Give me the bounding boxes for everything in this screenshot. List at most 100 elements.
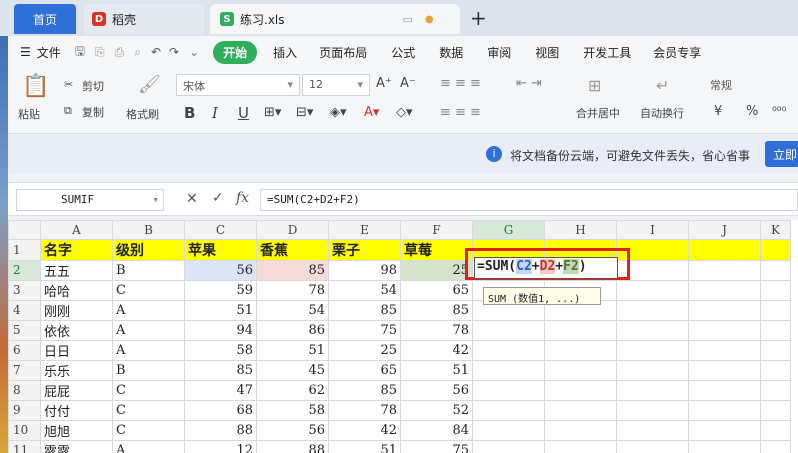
column-header-g[interactable]: G [472,220,545,240]
menu-formulas[interactable]: 公式 [391,44,415,61]
cell-d7[interactable]: 45 [256,359,329,381]
menu-developer[interactable]: 开发工具 [583,44,631,61]
cell-c9[interactable]: 68 [184,399,257,421]
window-icon[interactable]: ▭ [403,13,413,26]
cell-b10[interactable]: C [112,419,185,441]
cell-e10[interactable]: 42 [328,419,401,441]
cell-h10[interactable] [544,419,617,441]
cell-d6[interactable]: 51 [256,339,329,361]
undo-icon[interactable]: ↶ [151,45,161,59]
cell-k2[interactable] [760,259,791,281]
column-header-k[interactable]: K [760,220,791,240]
fill-color-icon[interactable]: ◈▾ [330,105,347,120]
cell-i9[interactable] [616,399,689,421]
print-icon[interactable]: ⎙ [115,45,125,60]
cell-a1[interactable]: 名字 [40,238,113,261]
paste-icon[interactable]: 📋 [22,74,49,99]
select-all-corner[interactable] [8,220,41,240]
font-name-select[interactable]: 宋体 ▾ [176,74,300,96]
cell-b3[interactable]: C [112,279,185,301]
cell-d10[interactable]: 56 [256,419,329,441]
cell-k4[interactable] [760,299,791,321]
indent-icon[interactable]: ⇤ ⇥ [516,76,542,91]
cell-d3[interactable]: 78 [256,279,329,301]
save-icon[interactable]: 🖫 [75,42,85,63]
export-icon[interactable]: ⎘ [95,45,105,60]
cell-c11[interactable]: 12 [184,439,257,453]
confirm-icon[interactable]: ✓ [212,190,224,206]
decrease-font-icon[interactable]: A⁻ [400,76,416,91]
cancel-icon[interactable]: ✕ [186,191,198,207]
wrap-text-icon[interactable]: ↵ [656,76,669,95]
preview-icon[interactable]: ⌕ [134,45,141,60]
cell-i4[interactable] [616,299,689,321]
cell-j3[interactable] [688,279,761,301]
cell-f11[interactable]: 75 [400,439,473,453]
cell-h8[interactable] [544,379,617,401]
cell-j7[interactable] [688,359,761,381]
cell-j8[interactable] [688,379,761,401]
row-header[interactable]: 3 [8,279,41,301]
cell-a2[interactable]: 五五 [40,259,113,281]
insert-function-button[interactable]: fx [236,190,249,206]
cell-a3[interactable]: 哈哈 [40,279,113,301]
cell-e1[interactable]: 栗子 [328,238,401,261]
cell-a6[interactable]: 日日 [40,339,113,361]
cell-b6[interactable]: A [112,339,185,361]
cell-j6[interactable] [688,339,761,361]
row-header[interactable]: 8 [8,379,41,401]
column-header-d[interactable]: D [256,220,329,240]
tab-file[interactable]: S 练习.xls ▭ ● [210,4,460,34]
menu-file[interactable]: 文件 [37,44,61,61]
cell-b9[interactable]: C [112,399,185,421]
cell-e4[interactable]: 85 [328,299,401,321]
cell-j9[interactable] [688,399,761,421]
cell-i3[interactable] [616,279,689,301]
cell-d1[interactable]: 香蕉 [256,238,329,261]
cell-f3[interactable]: 65 [400,279,473,301]
cell-b5[interactable]: A [112,319,185,341]
wrap-text-button[interactable]: 自动换行 [640,105,684,121]
cell-f10[interactable]: 84 [400,419,473,441]
cell-g9[interactable] [472,399,545,421]
copy-button[interactable]: 复制 [82,104,104,120]
cell-f7[interactable]: 51 [400,359,473,381]
row-header[interactable]: 11 [8,439,41,453]
cell-k9[interactable] [760,399,791,421]
cell-h11[interactable] [544,439,617,453]
cell-f6[interactable]: 42 [400,339,473,361]
cell-a10[interactable]: 旭旭 [40,419,113,441]
merge-center-button[interactable]: 合并居中 [576,105,620,121]
cell-e3[interactable]: 54 [328,279,401,301]
thousands-separator-icon[interactable]: ⁰⁰⁰ [772,104,786,118]
cell-editor-g2[interactable]: =SUM(C2+D2+F2) [474,257,618,279]
cell-k5[interactable] [760,319,791,341]
row-header[interactable]: 2 [8,259,41,281]
cell-d8[interactable]: 62 [256,379,329,401]
cell-e5[interactable]: 75 [328,319,401,341]
cell-f2[interactable]: 25 [400,259,473,281]
cell-b8[interactable]: C [112,379,185,401]
column-header-b[interactable]: B [112,220,185,240]
cell-e8[interactable]: 85 [328,379,401,401]
font-color-icon[interactable]: A▾ [364,105,379,120]
cell-g10[interactable] [472,419,545,441]
column-header-i[interactable]: I [616,220,689,240]
cell-b7[interactable]: B [112,359,185,381]
cell-c1[interactable]: 苹果 [184,238,257,261]
column-header-f[interactable]: F [400,220,473,240]
cell-d11[interactable]: 88 [256,439,329,453]
cell-c10[interactable]: 88 [184,419,257,441]
cell-a9[interactable]: 付付 [40,399,113,421]
border-icon[interactable]: ⊞▾ [264,105,281,120]
backup-now-button[interactable]: 立即 [765,141,798,167]
cell-g5[interactable] [472,319,545,341]
new-tab-button[interactable]: + [470,6,487,30]
cell-c7[interactable]: 85 [184,359,257,381]
cell-e7[interactable]: 65 [328,359,401,381]
cell-g6[interactable] [472,339,545,361]
format-painter-button[interactable]: 格式刷 [126,106,159,122]
cell-k7[interactable] [760,359,791,381]
copy-icon[interactable]: ⧉ [64,104,72,118]
number-format-select[interactable]: 常规 [704,74,798,96]
